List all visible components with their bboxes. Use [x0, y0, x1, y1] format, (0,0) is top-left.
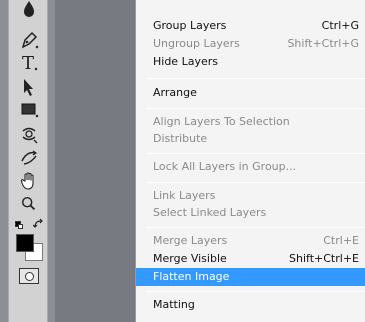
- menu-item-label: Merge Visible: [153, 252, 227, 265]
- zoom-icon: [21, 196, 36, 211]
- tool-blur[interactable]: [9, 0, 49, 20]
- type-icon: T: [22, 53, 38, 74]
- tool-3d-rotate[interactable]: [9, 124, 49, 146]
- quick-mask-icon: [24, 271, 34, 281]
- tool-type[interactable]: T: [9, 51, 49, 74]
- 3d-rotate-icon: [22, 127, 38, 144]
- menu-item-distribute[interactable]: Distribute: [136, 130, 365, 148]
- path-selection-icon: [24, 79, 33, 96]
- menu-item-group-layers[interactable]: Group Layers Ctrl+G: [136, 17, 365, 35]
- tool-path-selection[interactable]: [9, 76, 49, 98]
- menu-item-shortcut: Ctrl+G: [321, 19, 359, 32]
- menu-item-flatten-image[interactable]: Flatten Image: [136, 268, 365, 286]
- layer-menu-dropdown: Group Layers Ctrl+G Ungroup Layers Shift…: [135, 0, 365, 322]
- tool-3d-orbit[interactable]: [9, 146, 49, 168]
- menu-item-label: Flatten Image: [153, 270, 230, 283]
- menu-item-hide-layers[interactable]: Hide Layers: [136, 53, 365, 71]
- menu-item-align-layers-to-selection[interactable]: Align Layers To Selection: [136, 113, 365, 131]
- 3d-orbit-icon: [21, 150, 38, 165]
- menu-item-label: Link Layers: [153, 189, 216, 202]
- menu-item-label: Align Layers To Selection: [153, 115, 290, 128]
- menu-item-label: Group Layers: [153, 19, 227, 32]
- foreground-color-swatch[interactable]: [16, 234, 34, 252]
- rectangle-icon: [21, 103, 39, 118]
- menu-separator: [146, 78, 365, 79]
- tool-rectangle[interactable]: [9, 98, 49, 120]
- menu-item-label: Merge Layers: [153, 234, 228, 247]
- svg-text:T: T: [22, 53, 34, 74]
- swap-colors-icon[interactable]: [33, 218, 45, 230]
- tools-strip: T: [8, 0, 48, 322]
- menu-item-label: Distribute: [153, 132, 208, 145]
- menu-item-shortcut: Shift+Ctrl+E: [289, 252, 359, 265]
- tool-zoom[interactable]: [9, 193, 49, 215]
- quick-mask-button[interactable]: [19, 268, 39, 284]
- menu-item-merge-layers[interactable]: Merge Layers Ctrl+E: [136, 232, 365, 250]
- hand-icon: [20, 172, 34, 190]
- menu-separator: [146, 182, 365, 183]
- tool-hand[interactable]: [9, 170, 49, 192]
- menu-item-label: Arrange: [153, 86, 197, 99]
- tool-pen[interactable]: [9, 29, 49, 51]
- pen-icon: [21, 31, 39, 49]
- menu-item-label: Select Linked Layers: [153, 206, 267, 219]
- menu-item-merge-visible[interactable]: Merge Visible Shift+Ctrl+E: [136, 250, 365, 268]
- menu-item-lock-all-layers[interactable]: Lock All Layers in Group...: [136, 158, 365, 176]
- default-colors-bg-icon: [18, 224, 23, 229]
- blur-icon: [24, 1, 34, 17]
- menu-item-label: Lock All Layers in Group...: [153, 160, 297, 173]
- menu-item-link-layers[interactable]: Link Layers: [136, 187, 365, 205]
- menu-item-arrange[interactable]: Arrange: [136, 84, 365, 102]
- menu-item-label: Hide Layers: [153, 55, 218, 68]
- menu-item-label: Matting: [153, 298, 195, 311]
- menu-item-shortcut: Shift+Ctrl+G: [287, 37, 359, 50]
- menu-item-select-linked-layers[interactable]: Select Linked Layers: [136, 204, 365, 222]
- menu-item-label: Ungroup Layers: [153, 37, 240, 50]
- photoshop-window: T Group Layers Ctrl+G Ungroup Layers Shi…: [0, 0, 365, 322]
- menu-separator: [146, 108, 365, 109]
- menu-separator: [146, 291, 365, 292]
- menu-item-ungroup-layers[interactable]: Ungroup Layers Shift+Ctrl+G: [136, 35, 365, 53]
- menu-separator: [146, 153, 365, 154]
- menu-item-shortcut: Ctrl+E: [323, 234, 359, 247]
- tools-panel: T: [0, 0, 55, 322]
- menu-item-matting[interactable]: Matting: [136, 296, 365, 314]
- menu-separator: [146, 227, 365, 228]
